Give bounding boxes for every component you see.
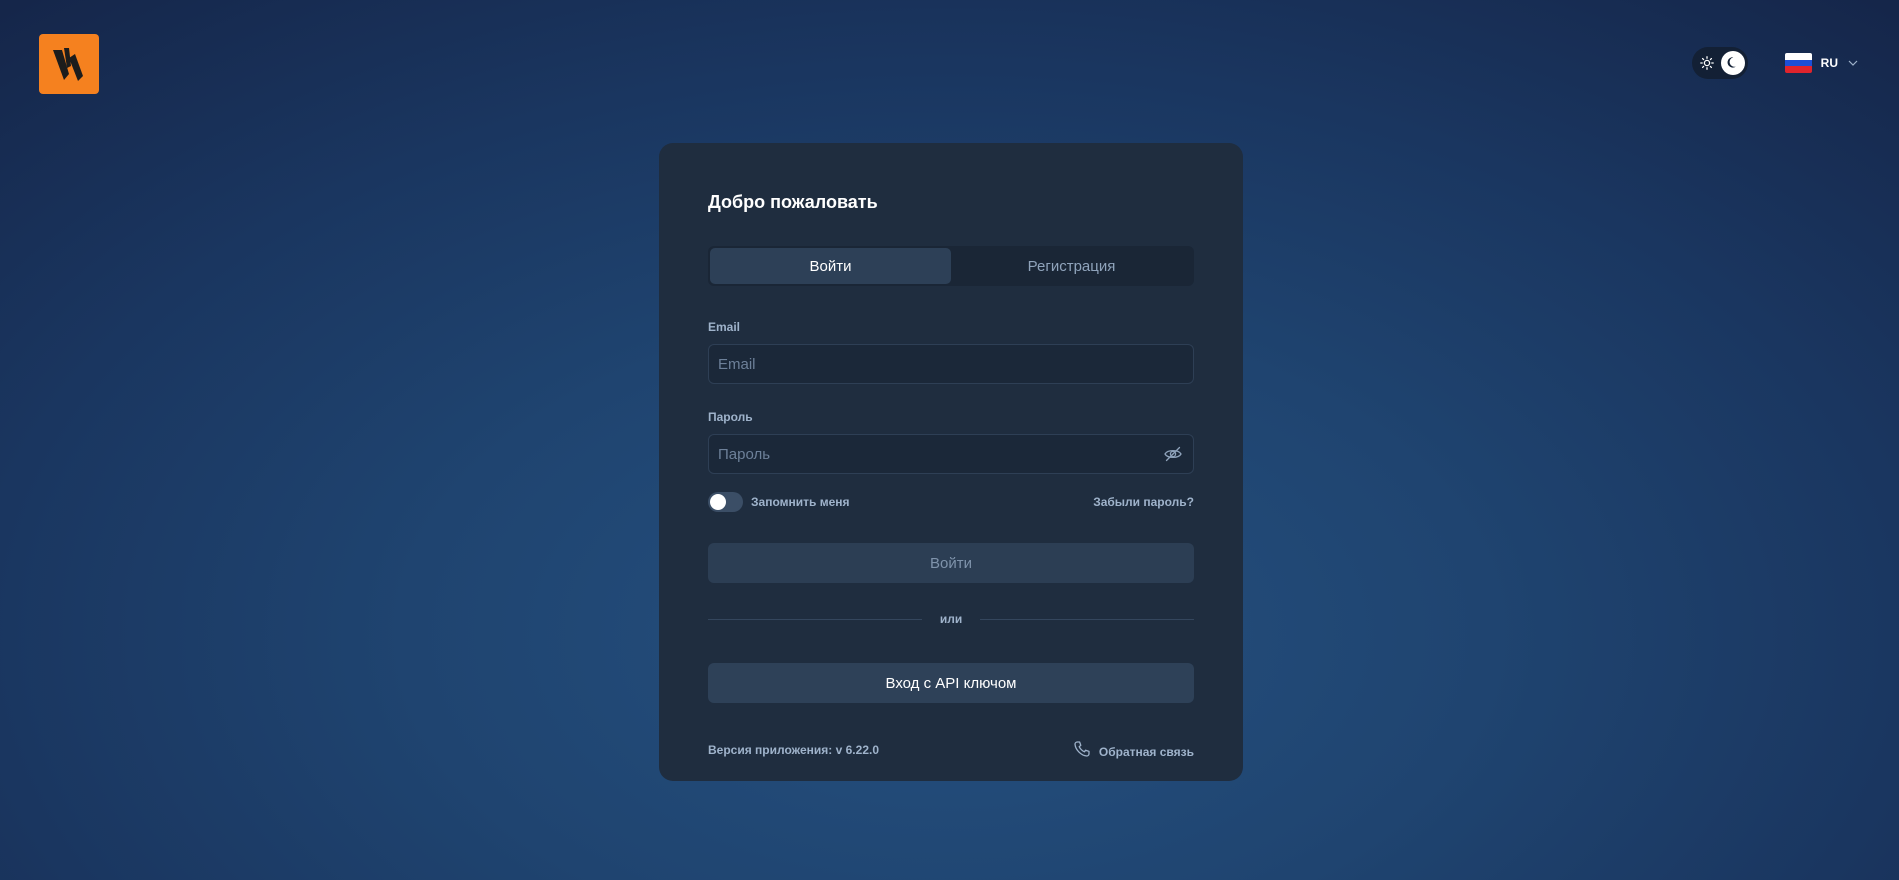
brand-logo[interactable]: [39, 34, 99, 94]
divider-line: [980, 618, 1195, 620]
tab-register[interactable]: Регистрация: [951, 248, 1192, 284]
moon-icon[interactable]: [1720, 51, 1745, 75]
remember-row: Запомнить меня Забыли пароль?: [708, 491, 1194, 513]
toggle-knob: [710, 494, 726, 510]
login-button[interactable]: Войти: [708, 543, 1194, 583]
feedback-link[interactable]: Обратная связь: [1073, 740, 1194, 763]
remember-me-toggle[interactable]: [708, 492, 743, 512]
card-footer: Версия приложения: v 6.22.0 Обратная свя…: [708, 736, 1194, 763]
page-title: Добро пожаловать: [708, 192, 878, 212]
top-controls: RU: [1691, 47, 1858, 79]
divider-text: или: [939, 612, 963, 626]
language-code: RU: [1820, 56, 1838, 70]
email-field[interactable]: [718, 355, 1184, 373]
theme-toggle[interactable]: [1691, 47, 1748, 79]
password-field[interactable]: [718, 445, 1162, 463]
forgot-password-link[interactable]: Забыли пароль?: [1093, 495, 1194, 509]
divider-line: [708, 618, 922, 620]
app-version: Версия приложения: v 6.22.0: [708, 742, 879, 757]
email-field-wrapper: [708, 344, 1194, 384]
email-label: Email: [708, 320, 741, 334]
auth-tabs: Войти Регистрация: [708, 246, 1194, 286]
chevron-down-icon: [1848, 60, 1858, 66]
tab-login[interactable]: Войти: [710, 248, 951, 284]
brand-w-logo-icon: [53, 48, 83, 81]
api-key-login-button[interactable]: Вход с API ключом: [708, 663, 1194, 703]
login-card: Добро пожаловать Войти Регистрация Email…: [659, 143, 1243, 781]
remember-me: Запомнить меня: [708, 492, 850, 512]
eye-off-icon[interactable]: [1162, 443, 1184, 465]
russia-flag-icon: [1784, 53, 1812, 73]
password-label: Пароль: [708, 410, 753, 424]
password-field-wrapper: [708, 434, 1194, 474]
feedback-label: Обратная связь: [1098, 744, 1194, 759]
phone-icon: [1073, 740, 1091, 763]
or-divider: или: [708, 611, 1195, 627]
language-selector[interactable]: RU: [1784, 53, 1858, 73]
remember-me-label: Запомнить меня: [751, 495, 850, 509]
sun-icon[interactable]: [1698, 54, 1716, 72]
